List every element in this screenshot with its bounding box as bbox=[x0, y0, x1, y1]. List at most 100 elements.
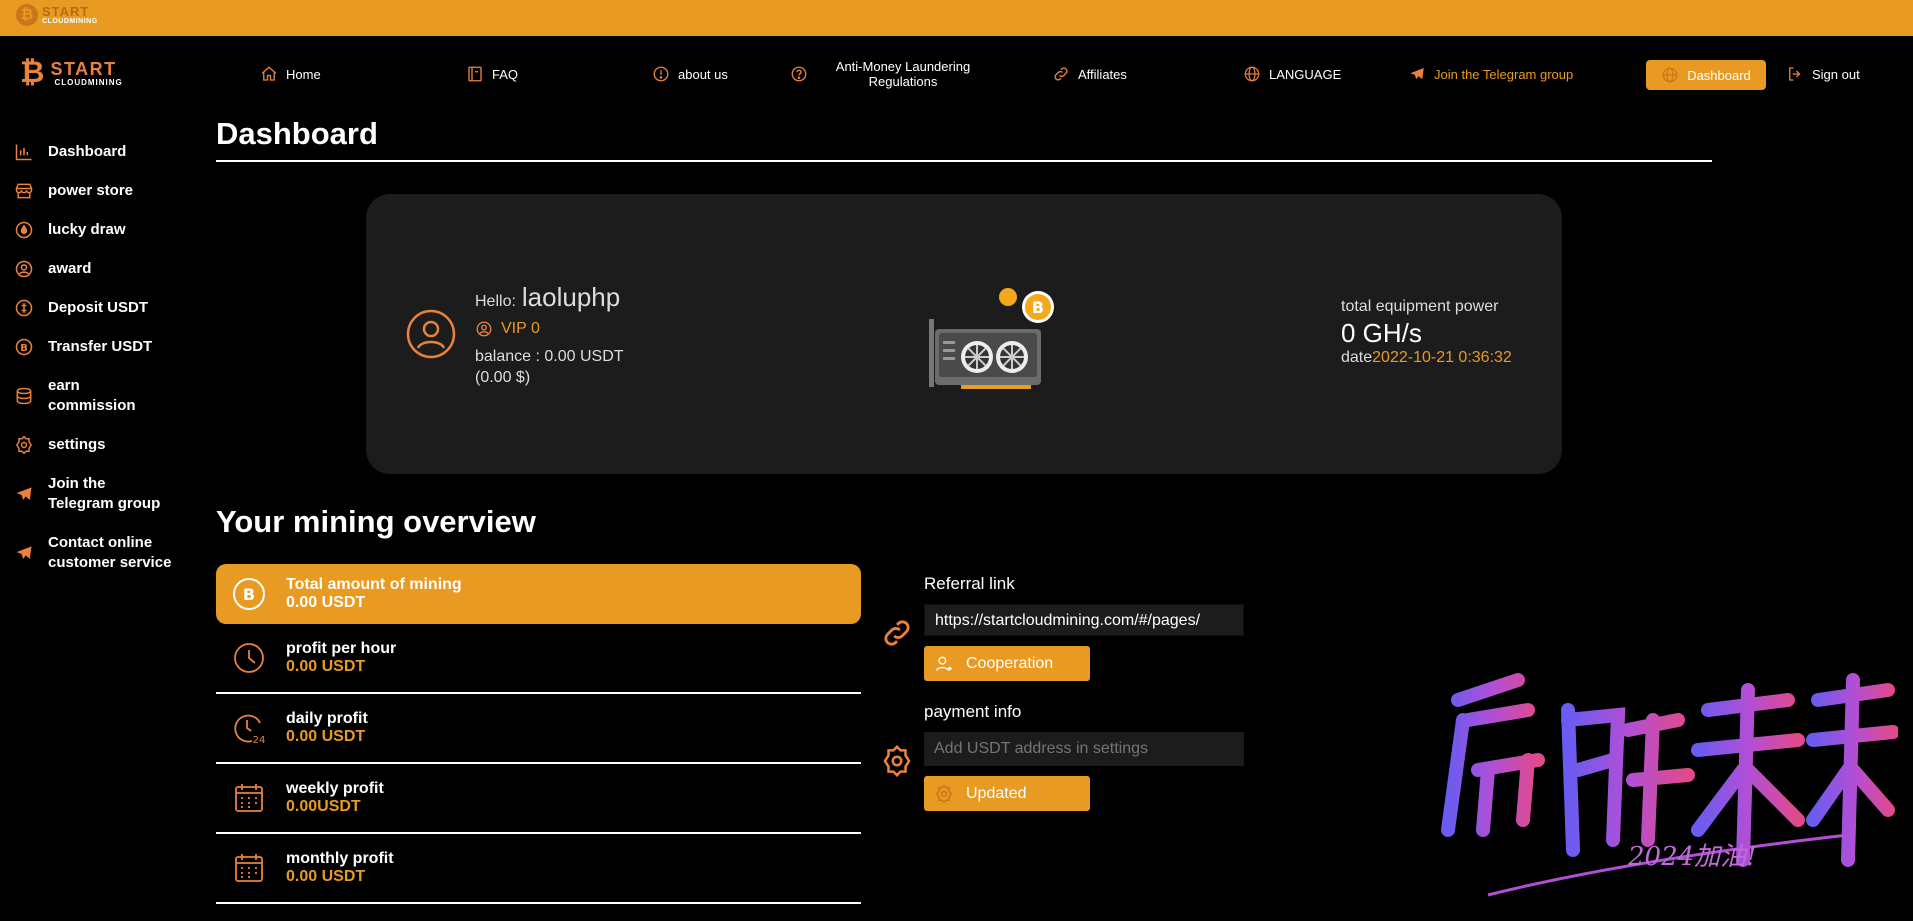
gear-icon bbox=[936, 784, 952, 803]
power-label: total equipment power bbox=[1341, 298, 1499, 315]
drop-circle-icon bbox=[15, 221, 33, 239]
balance: balance : 0.00 USDT (0.00 $) bbox=[475, 346, 624, 388]
nav-dashboard-label: Dashboard bbox=[1687, 67, 1751, 83]
date-label: date bbox=[1341, 349, 1373, 366]
sidebar-item-label: lucky draw bbox=[48, 221, 126, 238]
globe-icon bbox=[1662, 67, 1678, 83]
nav-affiliates-label: Affiliates bbox=[1078, 66, 1127, 82]
stat-monthly-profit: monthly profit 0.00 USDT bbox=[216, 834, 861, 904]
svg-text:24: 24 bbox=[253, 735, 266, 745]
sidebar-item-telegram[interactable]: Join the Telegram group bbox=[0, 474, 175, 514]
award-user-icon bbox=[15, 260, 33, 278]
calendar-icon bbox=[235, 784, 263, 812]
date-line: date2022-10-21 0:36:32 bbox=[1341, 349, 1512, 367]
greeting: Hello: laoluphp bbox=[475, 282, 620, 313]
stat-title: daily profit bbox=[286, 710, 368, 727]
sidebar-item-label: Transfer USDT bbox=[48, 338, 153, 355]
bitcoin-circle-icon: B bbox=[233, 578, 265, 610]
updated-button[interactable]: Updated bbox=[924, 776, 1090, 811]
link-icon bbox=[884, 620, 910, 646]
svg-text:B: B bbox=[243, 585, 255, 604]
usdt-address-input[interactable] bbox=[924, 732, 1244, 766]
nav-aml[interactable]: Anti-Money Laundering Regulations bbox=[828, 58, 978, 90]
stat-total-mining: B Total amount of mining 0.00 USDT bbox=[216, 564, 861, 624]
sidebar-item-lucky-draw[interactable]: lucky draw bbox=[0, 220, 126, 240]
top-logo-text: START bbox=[42, 4, 90, 19]
gpu-miner-icon: B bbox=[929, 288, 1054, 389]
sidebar-item-deposit-usdt[interactable]: Deposit USDT bbox=[0, 298, 148, 318]
bar-chart-icon bbox=[15, 144, 32, 161]
home-icon bbox=[261, 66, 277, 81]
stat-value: 0.00 USDT bbox=[286, 594, 366, 611]
stat-title: Total amount of mining bbox=[286, 576, 462, 593]
nav-aml-label: Anti-Money Laundering Regulations bbox=[835, 59, 971, 89]
nav-about[interactable]: about us bbox=[652, 62, 728, 86]
power-value: 0 GH/s bbox=[1341, 318, 1422, 348]
vip-level: VIP 0 bbox=[475, 320, 540, 338]
nav-dashboard-button[interactable]: Dashboard bbox=[1646, 60, 1766, 90]
overview-title: Your mining overview bbox=[216, 504, 536, 539]
svg-text:2024加油!: 2024加油! bbox=[1627, 842, 1757, 872]
equipment-power: total equipment power 0 GH/s date2022-10… bbox=[1341, 298, 1512, 367]
stat-title: monthly profit bbox=[286, 850, 394, 867]
nav-telegram-label: Join the Telegram group bbox=[1434, 66, 1574, 82]
nav-signout-label: Sign out bbox=[1812, 66, 1860, 82]
date-value: 2022-10-21 0:36:32 bbox=[1372, 349, 1512, 366]
sidebar-item-label: Contact online customer service bbox=[48, 534, 172, 571]
nav-home-label: Home bbox=[286, 66, 321, 82]
sidebar-item-dashboard[interactable]: Dashboard bbox=[0, 142, 126, 162]
cooperation-label: Cooperation bbox=[966, 654, 1054, 672]
faq-book-icon bbox=[468, 66, 482, 82]
mining-stats: B Total amount of mining 0.00 USDT profi… bbox=[216, 564, 861, 904]
nav-telegram[interactable]: Join the Telegram group bbox=[1408, 62, 1573, 86]
referral-label: Referral link bbox=[924, 574, 1015, 593]
brand-sub: CLOUDMINING bbox=[54, 77, 123, 87]
account-card: Hello: laoluphp VIP 0 balance : 0.00 USD… bbox=[366, 194, 1562, 474]
nav-signout[interactable]: Sign out bbox=[1786, 62, 1860, 86]
link-icon bbox=[1054, 67, 1068, 81]
referral-link-field[interactable]: https://startcloudmining.com/#/pages/ bbox=[924, 604, 1244, 636]
globe-icon bbox=[1244, 66, 1260, 82]
stat-value: 0.00USDT bbox=[286, 798, 361, 815]
brand-logo[interactable]: ₿ START CLOUDMINING bbox=[20, 58, 123, 88]
vip-user-icon bbox=[476, 321, 492, 337]
clock-24-icon: 24 bbox=[234, 714, 266, 745]
svg-text:B: B bbox=[20, 343, 28, 354]
sidebar-item-award[interactable]: award bbox=[0, 259, 91, 279]
stat-weekly-profit: weekly profit 0.00USDT bbox=[216, 764, 861, 834]
brand-name: START bbox=[50, 58, 117, 79]
nav-language[interactable]: LANGUAGE bbox=[1243, 62, 1341, 86]
payment-label: payment info bbox=[924, 702, 1022, 721]
sidebar-item-label: Dashboard bbox=[48, 143, 127, 160]
nav-about-label: about us bbox=[678, 66, 728, 82]
deposit-coin-icon bbox=[15, 299, 33, 317]
sidebar-item-label: power store bbox=[48, 182, 134, 199]
sidebar-item-transfer-usdt[interactable]: B Transfer USDT bbox=[0, 337, 152, 357]
cooperation-button[interactable]: Cooperation bbox=[924, 646, 1090, 681]
nav-language-label: LANGUAGE bbox=[1269, 66, 1342, 82]
hello-label: Hello: bbox=[475, 293, 516, 310]
top-logo: ₿ START CLOUDMINING bbox=[16, 4, 98, 26]
stat-daily-profit: 24 daily profit 0.00 USDT bbox=[216, 694, 861, 764]
stat-profit-per-hour: profit per hour 0.00 USDT bbox=[216, 624, 861, 694]
nav-home[interactable]: Home bbox=[260, 62, 321, 86]
nav-faq[interactable]: FAQ bbox=[466, 62, 518, 86]
store-icon bbox=[15, 183, 33, 199]
sidebar-item-label: Join the Telegram group bbox=[48, 475, 161, 512]
calendar-icon bbox=[235, 854, 263, 882]
page-title: Dashboard bbox=[216, 114, 1712, 162]
updated-label: Updated bbox=[966, 784, 1027, 802]
exclamation-circle-icon bbox=[653, 66, 669, 82]
coins-stack-icon bbox=[16, 387, 32, 405]
sidebar-item-label: earn commission bbox=[48, 377, 136, 414]
main-navigation: ₿ START CLOUDMINING Home FAQ about us An… bbox=[0, 36, 1913, 114]
add-user-icon bbox=[935, 656, 952, 671]
nav-affiliates[interactable]: Affiliates bbox=[1052, 62, 1127, 86]
sidebar-item-customer-service[interactable]: Contact online customer service bbox=[0, 533, 195, 573]
sidebar-item-power-store[interactable]: power store bbox=[0, 181, 133, 201]
main-content: Dashboard Hello: laoluphp VIP 0 balance … bbox=[216, 114, 1712, 904]
sidebar-item-earn-commission[interactable]: earn commission bbox=[0, 376, 150, 416]
telegram-icon bbox=[16, 546, 32, 559]
bitcoin-logo-icon: ₿ bbox=[20, 56, 45, 89]
sidebar-item-settings[interactable]: settings bbox=[0, 435, 106, 455]
